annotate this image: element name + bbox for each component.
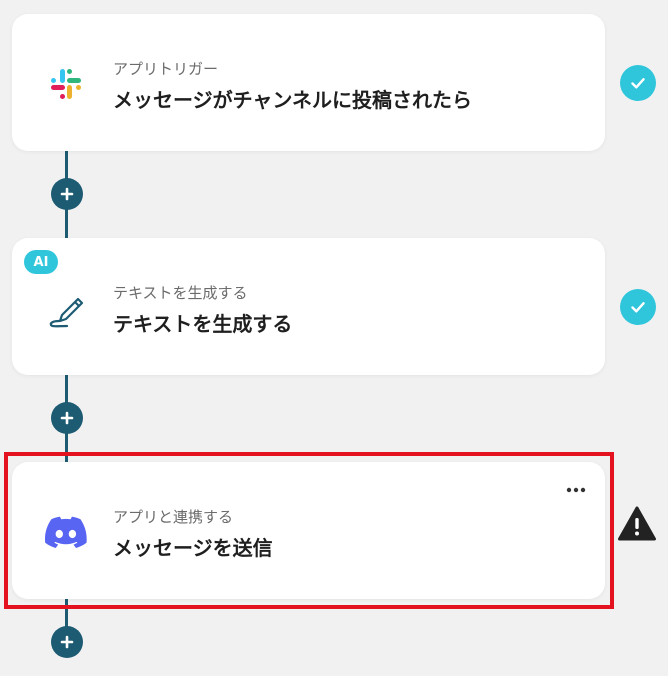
add-step-button[interactable] — [51, 402, 83, 434]
step-subtitle: テキストを生成する — [113, 284, 248, 302]
plus-icon — [60, 635, 74, 649]
step-title: メッセージがチャンネルに投稿されたら — [113, 88, 472, 112]
ai-badge: AI — [24, 250, 58, 274]
flow-step-card[interactable]: アプリトリガー メッセージがチャンネルに投稿されたら — [12, 14, 605, 151]
step-subtitle: アプリトリガー — [113, 60, 219, 78]
step-title: テキストを生成する — [113, 312, 293, 336]
warning-icon — [618, 506, 656, 542]
add-step-button[interactable] — [51, 626, 83, 658]
plus-icon — [60, 411, 74, 425]
pencil-icon — [44, 288, 88, 328]
check-icon — [620, 289, 656, 325]
flow-step-card[interactable]: テキストを生成する テキストを生成する — [12, 238, 605, 375]
selection-highlight — [4, 452, 614, 609]
add-step-button[interactable] — [51, 178, 83, 210]
check-icon — [620, 65, 656, 101]
slack-icon — [44, 64, 88, 104]
plus-icon — [60, 187, 74, 201]
